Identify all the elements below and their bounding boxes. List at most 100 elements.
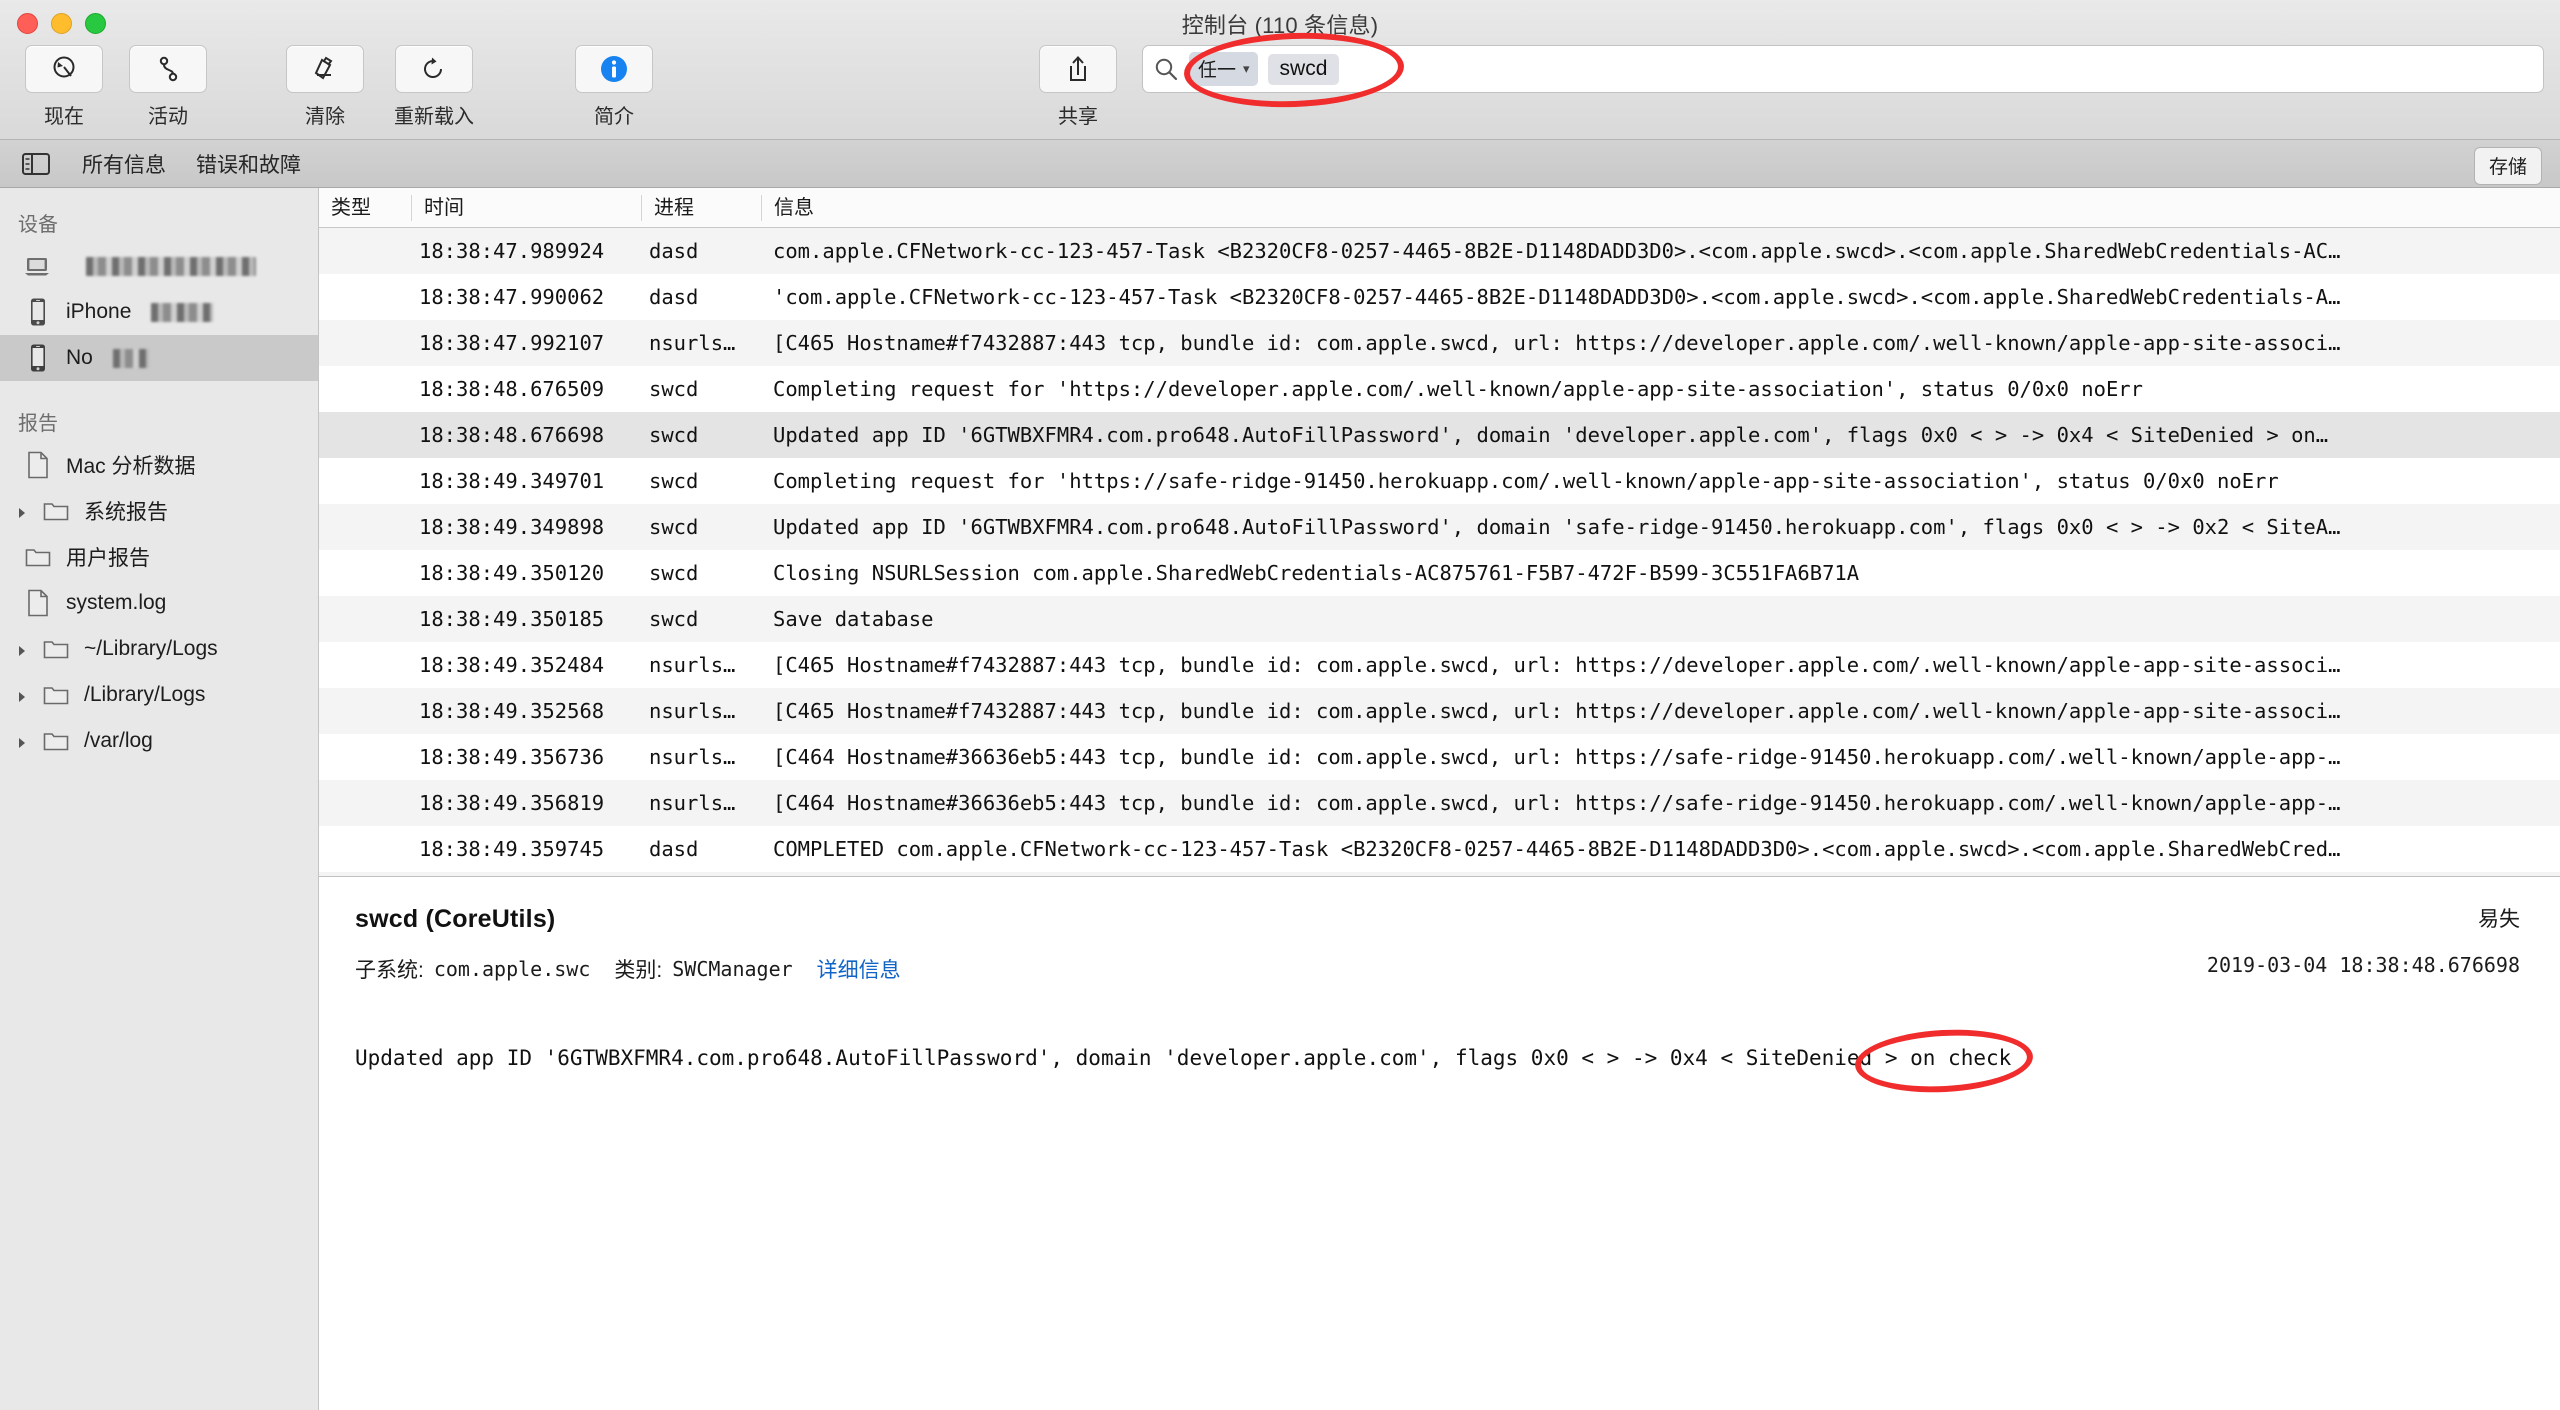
toolbar-label-share: 共享: [1058, 106, 1098, 128]
chevron-right-icon[interactable]: [14, 641, 30, 657]
toolbar-label-activities: 活动: [148, 106, 188, 128]
filter-errors-faults[interactable]: 错误和故障: [196, 149, 301, 179]
table-row[interactable]: 18:38:49.352568 nsurls… [C465 Hostname#f74…: [319, 688, 2560, 734]
toolbar-button-info[interactable]: 简介: [566, 45, 662, 129]
column-header-message[interactable]: 信息: [761, 194, 2560, 221]
toolbar-label-reload: 重新载入: [394, 106, 474, 128]
now-button-surface[interactable]: [25, 45, 103, 93]
row-time: 18:38:47.992107: [419, 331, 605, 355]
clear-icon: [309, 53, 341, 85]
detail-category-value: SWCManager: [672, 957, 793, 981]
search-filter-token[interactable]: 任一 ▾: [1189, 52, 1258, 86]
table-row[interactable]: 18:38:49.349701 swcd Completing request fo…: [319, 458, 2560, 504]
table-row[interactable]: 18:38:49.350120 swcd Closing NSURLSession …: [319, 550, 2560, 596]
toolbar-button-share[interactable]: 共享: [1030, 45, 1126, 129]
row-process: swcd: [649, 607, 699, 631]
table-row[interactable]: 18:38:49.356819 nsurls… [C464 Hostname#366…: [319, 780, 2560, 826]
row-process: nsurls…: [649, 745, 736, 769]
document-icon: [24, 588, 52, 618]
reload-button-surface[interactable]: [395, 45, 473, 93]
chevron-right-icon[interactable]: [14, 503, 30, 519]
sidebar-item-label: iPhone: [66, 300, 132, 323]
column-header-process[interactable]: 进程: [641, 194, 761, 221]
info-button-surface[interactable]: [575, 45, 653, 93]
clear-button-surface[interactable]: [286, 45, 364, 93]
row-time: 18:38:47.989924: [419, 239, 605, 263]
toolbar-label-now: 现在: [44, 106, 84, 128]
mac-icon: [24, 251, 52, 281]
table-row[interactable]: 18:38:47.992107 nsurls… [C465 Hostname#f74…: [319, 320, 2560, 366]
sidebar-item-var-log[interactable]: /var/log: [0, 718, 318, 764]
sidebar: 设备 iPhone No 报告 Mac 分析数据 系统报告 用户报告 syste…: [0, 188, 319, 1410]
activities-icon: [152, 53, 184, 85]
row-process: nsurls…: [649, 331, 736, 355]
row-process: nsurls…: [649, 791, 736, 815]
detail-pane: swcd (CoreUtils) 子系统: com.apple.swc 类别: …: [319, 876, 2560, 1410]
chevron-down-icon: ▾: [1243, 60, 1250, 76]
reload-icon: [418, 53, 450, 85]
detail-category-label: 类别:: [614, 959, 663, 982]
log-rows[interactable]: 18:38:47.989067 dasd Submitted Activity:…: [319, 228, 2560, 876]
sidebar-item-user-reports[interactable]: 用户报告: [0, 534, 318, 580]
folder-icon: [42, 634, 70, 664]
sidebar-item-mac-analytics[interactable]: Mac 分析数据: [0, 442, 318, 488]
table-row[interactable]: 18:38:47.989924 dasd com.apple.CFNetwork-c…: [319, 228, 2560, 274]
toolbar-button-reload[interactable]: 重新载入: [386, 45, 482, 129]
table-row[interactable]: 18:38:49.359745 dasd COMPLETED com.apple.C…: [319, 826, 2560, 872]
activities-button-surface[interactable]: [129, 45, 207, 93]
column-header-type[interactable]: 类型: [319, 195, 411, 221]
log-content: 类型 时间 进程 信息 18:38:47.989067 dasd Submitt…: [319, 188, 2560, 1410]
detail-meta: 子系统: com.apple.swc 类别: SWCManager 详细信息: [355, 954, 2524, 984]
row-process: swcd: [649, 561, 699, 585]
table-row[interactable]: 18:38:47.990062 dasd 'com.apple.CFNetwork-…: [319, 274, 2560, 320]
row-message: [C465 Hostname#f7432887:443 tcp, bundle …: [773, 699, 2341, 723]
toolbar-button-now[interactable]: 现在: [16, 45, 112, 129]
search-field-wrapper[interactable]: 任一 ▾ swcd: [1142, 45, 2544, 93]
sidebar-item-label: /var/log: [84, 729, 153, 752]
sidebar-item-label: 用户报告: [66, 547, 150, 570]
window-title: 控制台 (110 条信息): [1181, 13, 1379, 38]
column-header-time[interactable]: 时间: [411, 194, 641, 221]
table-row[interactable]: 18:38:48.676698 swcd Updated app ID '6GTWB…: [319, 412, 2560, 458]
row-time: 18:38:48.676509: [419, 377, 605, 401]
folder-icon: [42, 496, 70, 526]
redacted-device-name: [86, 256, 256, 276]
row-message: COMPLETED com.apple.CFNetwork-cc-123-457…: [773, 837, 2341, 861]
folder-icon: [42, 680, 70, 710]
sidebar-item-label: /Library/Logs: [84, 683, 206, 706]
toolbar-button-activities[interactable]: 活动: [120, 45, 216, 129]
row-process: swcd: [649, 377, 699, 401]
table-row[interactable]: 18:38:49.352484 nsurls… [C465 Hostname#f74…: [319, 642, 2560, 688]
detail-subsystem-label: 子系统:: [355, 959, 424, 982]
save-button[interactable]: 存储: [2473, 147, 2542, 185]
detail-title: swcd (CoreUtils): [355, 905, 556, 933]
now-icon: [48, 53, 80, 85]
search-query-text[interactable]: swcd: [1267, 53, 1340, 85]
row-message: com.apple.CFNetwork-cc-123-457-Task <B23…: [773, 239, 2341, 263]
detail-message-body: Updated app ID '6GTWBXFMR4.com.pro648.Au…: [355, 1046, 2524, 1070]
table-row[interactable]: 18:38:49.350185 swcd Save database: [319, 596, 2560, 642]
toolbar-button-clear[interactable]: 清除: [277, 45, 373, 129]
table-row[interactable]: 18:38:49.356736 nsurls… [C464 Hostname#366…: [319, 734, 2560, 780]
search-field[interactable]: 任一 ▾ swcd: [1142, 45, 2544, 93]
share-button-surface[interactable]: [1039, 45, 1117, 93]
detail-more-info-link[interactable]: 详细信息: [817, 954, 901, 984]
toolbar-items: 现在 活动 清除 重新载入 简介 共享 任一 ▾ swcd: [0, 45, 2560, 140]
sidebar-item-system-log[interactable]: system.log: [0, 580, 318, 626]
sidebar-toggle-icon[interactable]: [22, 152, 52, 176]
table-row[interactable]: 18:38:48.676509 swcd Completing request fo…: [319, 366, 2560, 412]
row-time: 18:38:49.359745: [419, 837, 605, 861]
sidebar-item-library-logs[interactable]: /Library/Logs: [0, 672, 318, 718]
row-time: 18:38:49.352484: [419, 653, 605, 677]
toolbar: 控制台 (110 条信息) 现在 活动 清除 重新载入 简介 共享 任一 ▾ s…: [0, 0, 2560, 140]
table-row[interactable]: 18:38:49.349898 swcd Updated app ID '6GTWB…: [319, 504, 2560, 550]
chevron-right-icon[interactable]: [14, 687, 30, 703]
sidebar-item-iphone[interactable]: iPhone: [0, 289, 318, 335]
chevron-right-icon[interactable]: [14, 733, 30, 749]
sidebar-item-selected-device[interactable]: No: [0, 335, 318, 381]
sidebar-item-system-reports[interactable]: 系统报告: [0, 488, 318, 534]
sidebar-item-mac-device[interactable]: [0, 243, 318, 289]
filter-all-messages[interactable]: 所有信息: [82, 149, 166, 179]
sidebar-item-user-library-logs[interactable]: ~/Library/Logs: [0, 626, 318, 672]
detail-message-suffix: > on check: [1872, 1046, 2012, 1070]
